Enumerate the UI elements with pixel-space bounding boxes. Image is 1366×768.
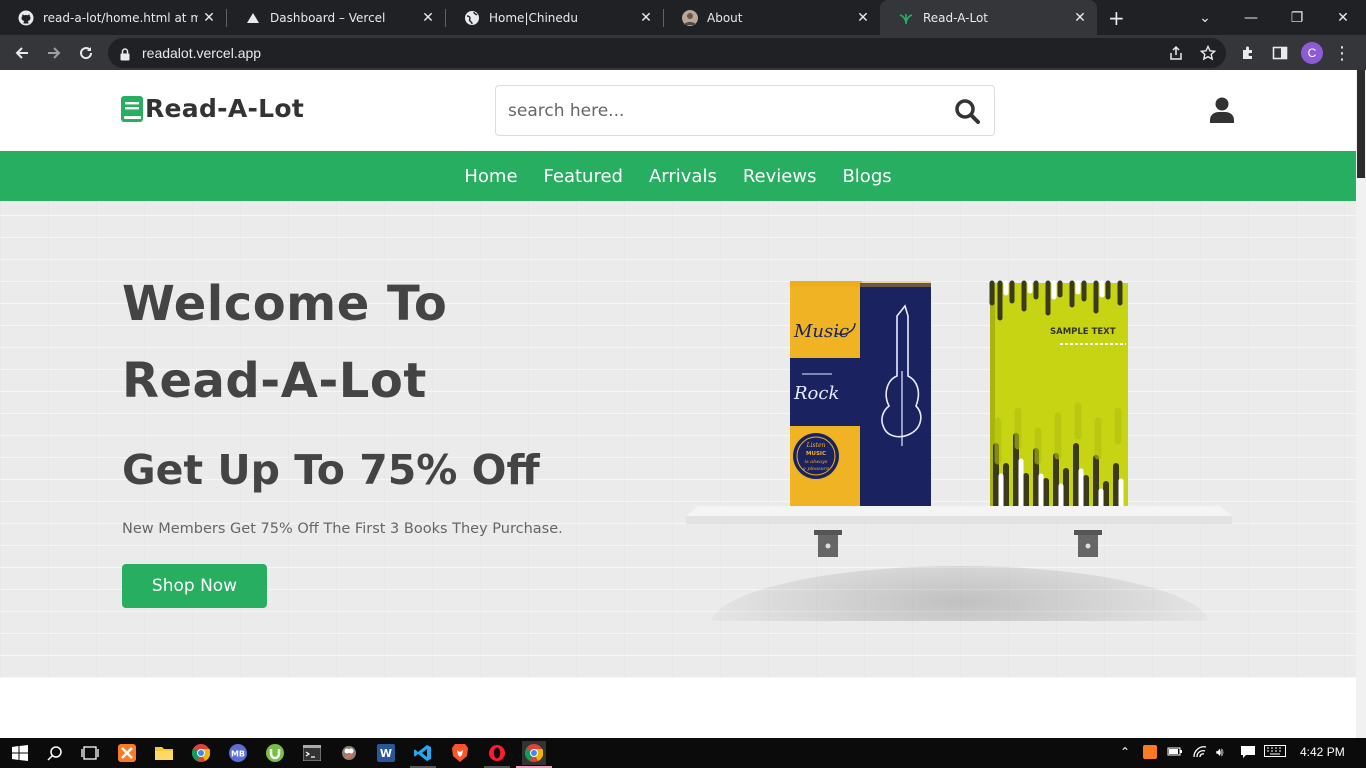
- nav-home[interactable]: Home: [464, 166, 517, 187]
- book-text-rock: Rock: [793, 383, 839, 404]
- close-tab-icon[interactable]: ✕: [1069, 10, 1091, 26]
- windows-taskbar: MB W ⌃ 🔊︎ 4:42 PM: [0, 738, 1366, 768]
- gimp-icon[interactable]: [337, 741, 361, 765]
- github-icon: [18, 10, 34, 26]
- xampp-tray-icon[interactable]: [1143, 745, 1157, 762]
- hero-title-line2: Read-A-Lot: [122, 353, 427, 409]
- badge-text-4: a pleasure: [803, 466, 829, 472]
- hero-description: New Members Get 75% Off The First 3 Book…: [122, 521, 563, 537]
- vscode-icon[interactable]: [411, 741, 435, 765]
- badge-text-2: MUSIC: [806, 451, 826, 457]
- word-icon[interactable]: W: [374, 741, 398, 765]
- music-book-cover: Music Rock Listen MUSIC is always a plea…: [790, 281, 931, 506]
- menu-kebab-icon[interactable]: ⋮: [1330, 41, 1354, 65]
- lock-icon[interactable]: [120, 46, 130, 65]
- opera-icon[interactable]: [485, 741, 509, 765]
- minimize-button[interactable]: —: [1228, 0, 1274, 35]
- tab-github[interactable]: read-a-lot/home.html at main ✕: [0, 0, 226, 35]
- close-tab-icon[interactable]: ✕: [852, 10, 874, 26]
- tab-search-icon[interactable]: ⌄: [1182, 0, 1228, 35]
- start-icon[interactable]: [8, 741, 32, 765]
- search-input[interactable]: [508, 98, 938, 124]
- close-tab-icon[interactable]: ✕: [635, 10, 657, 26]
- search-box: [495, 85, 995, 136]
- close-tab-icon[interactable]: ✕: [417, 10, 439, 26]
- vercel-icon: [245, 10, 261, 26]
- search-icon[interactable]: [954, 98, 980, 128]
- scrollbar-thumb[interactable]: [1357, 70, 1365, 178]
- svg-text:MB: MB: [231, 750, 245, 759]
- nav-featured[interactable]: Featured: [544, 166, 623, 187]
- book-sample-text: SAMPLE TEXT: [1050, 327, 1116, 337]
- globe-icon: [464, 10, 480, 26]
- browser-toolbar: readalot.vercel.app ⋮: [0, 35, 1366, 70]
- shop-now-button[interactable]: Shop Now: [122, 564, 267, 608]
- restore-button[interactable]: ❐: [1274, 0, 1320, 35]
- keyboard-icon[interactable]: [1264, 745, 1286, 760]
- system-clock[interactable]: 4:42 PM: [1300, 745, 1345, 759]
- xampp-icon[interactable]: [115, 741, 139, 765]
- battery-icon[interactable]: [1167, 745, 1183, 760]
- wifi-icon[interactable]: [1192, 745, 1208, 762]
- tab-title: Dashboard – Vercel: [270, 10, 386, 25]
- leaf-icon: [898, 10, 914, 26]
- bookmark-star-icon[interactable]: [1196, 41, 1220, 65]
- chrome-icon[interactable]: [189, 741, 213, 765]
- nav-reviews[interactable]: Reviews: [743, 166, 817, 187]
- tab-title: read-a-lot/home.html at main: [43, 10, 198, 25]
- chrome-active-icon[interactable]: [522, 741, 546, 765]
- hero-title-line1: Welcome To: [122, 276, 448, 332]
- nav-arrivals[interactable]: Arrivals: [649, 166, 717, 187]
- volume-icon[interactable]: 🔊︎: [1216, 745, 1224, 760]
- hero-section: Welcome To Read-A-Lot Get Up To 75% Off …: [0, 201, 1356, 678]
- site-logo[interactable]: Read-A-Lot: [121, 94, 304, 123]
- badge-text-3: is always: [805, 459, 828, 465]
- tab-strip: read-a-lot/home.html at main ✕ Dashboard…: [0, 0, 1366, 35]
- notifications-icon[interactable]: [1240, 745, 1256, 762]
- tab-about[interactable]: About ✕: [664, 0, 880, 35]
- file-explorer-icon[interactable]: [152, 741, 176, 765]
- brave-icon[interactable]: [448, 741, 472, 765]
- tab-read-a-lot[interactable]: Read-A-Lot ✕: [880, 0, 1097, 35]
- user-icon[interactable]: [1210, 97, 1234, 127]
- sample-text-book-cover: SAMPLE TEXT: [989, 280, 1128, 509]
- back-button[interactable]: [10, 41, 34, 65]
- hero-offer: Get Up To 75% Off: [122, 446, 540, 494]
- mb-icon[interactable]: MB: [226, 741, 250, 765]
- profile-photo-icon: [682, 9, 698, 26]
- share-icon[interactable]: [1164, 41, 1188, 65]
- tab-vercel[interactable]: Dashboard – Vercel ✕: [227, 0, 445, 35]
- show-hidden-icons-icon[interactable]: ⌃: [1120, 745, 1130, 759]
- task-view-icon[interactable]: [78, 741, 102, 765]
- tab-title: About: [707, 10, 743, 25]
- extensions-icon[interactable]: [1236, 41, 1260, 65]
- web-page: Read-A-Lot Home Featured Arrivals Review…: [0, 70, 1356, 738]
- profile-avatar[interactable]: C: [1301, 42, 1323, 64]
- book-text-music: Music: [793, 321, 849, 342]
- close-tab-icon[interactable]: ✕: [198, 10, 220, 26]
- reload-button[interactable]: [74, 41, 98, 65]
- site-header: Read-A-Lot: [0, 70, 1356, 151]
- logo-text: Read-A-Lot: [145, 94, 305, 123]
- close-window-button[interactable]: ✕: [1320, 0, 1366, 35]
- tab-title: Read-A-Lot: [923, 10, 989, 25]
- cmd-icon[interactable]: [300, 741, 324, 765]
- page-scrollbar[interactable]: [1356, 70, 1366, 738]
- forward-button[interactable]: [42, 41, 66, 65]
- main-navbar: Home Featured Arrivals Reviews Blogs: [0, 151, 1356, 201]
- utorrent-icon[interactable]: [263, 741, 287, 765]
- books-on-shelf-illustration: Music Rock Listen MUSIC is always a plea…: [686, 280, 1232, 621]
- nav-blogs[interactable]: Blogs: [842, 166, 891, 187]
- tab-title: Home|Chinedu: [489, 10, 579, 25]
- url-text: readalot.vercel.app: [142, 45, 262, 61]
- tab-home-chinedu[interactable]: Home|Chinedu ✕: [446, 0, 663, 35]
- new-tab-button[interactable]: +: [1108, 6, 1125, 30]
- search-icon[interactable]: [43, 741, 67, 765]
- book-icon: [121, 95, 143, 122]
- svg-text:W: W: [380, 747, 392, 760]
- side-panel-icon[interactable]: [1268, 41, 1292, 65]
- address-bar[interactable]: readalot.vercel.app: [108, 38, 1226, 68]
- badge-text-1: Listen: [806, 442, 826, 449]
